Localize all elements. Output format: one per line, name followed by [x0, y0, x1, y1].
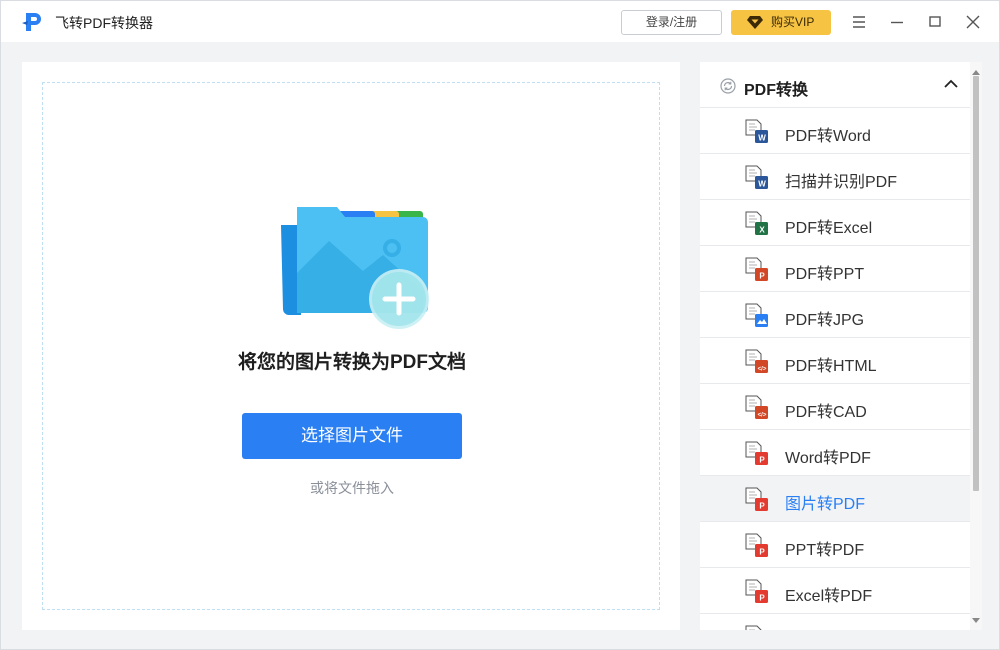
sidebar-item-label: PDF转HTML [785, 358, 877, 375]
login-register-button[interactable]: 登录/注册 [621, 10, 722, 35]
sidebar-item[interactable]: W 扫描并识别PDF [700, 154, 970, 200]
sidebar-item[interactable]: P 图片转PDF [700, 476, 970, 522]
svg-text:P: P [759, 548, 765, 557]
sidebar-item-label: Excel转PDF [785, 588, 873, 605]
sidebar-item-label: 图片转PDF [785, 496, 866, 513]
pdf-icon: P [745, 625, 762, 630]
sidebar-item[interactable]: P Word转PDF [700, 430, 970, 476]
word-icon: W [745, 119, 768, 143]
svg-text:W: W [758, 180, 766, 189]
sidebar-item-label: PDF转PPT [785, 266, 865, 283]
diamond-icon [747, 16, 763, 29]
sidebar-scrollbar[interactable] [970, 62, 982, 630]
pdf-icon: P [745, 533, 768, 557]
section-header-pdf-convert[interactable]: PDF转换 [700, 62, 970, 108]
file-drop-zone[interactable]: 将您的图片转换为PDF文档 选择图片文件 或将文件拖入 [42, 82, 660, 610]
chevron-up-icon[interactable] [944, 79, 958, 89]
app-window: 飞转PDF转换器 登录/注册 购买VIP 将您的图片转换为PDF文档 选择图片文… [0, 0, 1000, 650]
scroll-thumb[interactable] [973, 76, 979, 491]
code-icon: </> [745, 395, 768, 419]
sidebar-item[interactable]: P [700, 614, 970, 630]
code-icon: </> [745, 349, 768, 373]
ppt-icon: P [745, 257, 768, 281]
sidebar-item-label: 扫描并识别PDF [785, 174, 898, 191]
menu-icon[interactable] [847, 10, 871, 34]
maximize-icon[interactable] [923, 10, 947, 34]
word-icon: W [745, 165, 768, 189]
refresh-convert-icon [720, 78, 736, 94]
excel-icon: X [745, 211, 768, 235]
sidebar-item-label: PDF转Word [785, 128, 871, 145]
buy-vip-button[interactable]: 购买VIP [731, 10, 831, 35]
svg-text:</>: </> [758, 413, 767, 419]
sidebar-item[interactable]: </> PDF转CAD [700, 384, 970, 430]
sidebar-item[interactable]: P PDF转PPT [700, 246, 970, 292]
section-title: PDF转换 [744, 82, 809, 99]
scroll-down-arrow-icon[interactable] [972, 618, 980, 623]
sidebar-item-label: Word转PDF [785, 450, 871, 467]
svg-text:P: P [759, 502, 765, 511]
image-icon [745, 303, 768, 327]
svg-text:</>: </> [758, 367, 767, 373]
sidebar-item[interactable]: </> PDF转HTML [700, 338, 970, 384]
main-panel: 将您的图片转换为PDF文档 选择图片文件 或将文件拖入 [22, 62, 680, 630]
folder-image-add-icon [281, 207, 429, 329]
svg-text:P: P [759, 456, 765, 465]
svg-text:P: P [759, 594, 765, 603]
app-title: 飞转PDF转换器 [55, 15, 153, 31]
tool-list: W PDF转Word W 扫描并识别PDF X PDF转Excel P PDF转PPT PDF转… [700, 108, 970, 630]
svg-text:P: P [759, 272, 765, 281]
buy-vip-label: 购买VIP [771, 15, 815, 29]
app-logo-icon [20, 10, 44, 34]
sidebar-item[interactable]: W PDF转Word [700, 108, 970, 154]
close-icon[interactable] [961, 10, 985, 34]
minimize-icon[interactable] [885, 10, 909, 34]
sidebar-item[interactable]: X PDF转Excel [700, 200, 970, 246]
drag-hint: 或将文件拖入 [310, 480, 394, 496]
title-bar: 飞转PDF转换器 登录/注册 购买VIP [1, 1, 999, 42]
drop-heading: 将您的图片转换为PDF文档 [237, 352, 466, 373]
select-image-file-button[interactable]: 选择图片文件 [242, 413, 462, 459]
sidebar-item[interactable]: PDF转JPG [700, 292, 970, 338]
tool-sidebar: PDF转换 W PDF转Word W 扫描并识别PDF X PDF转Excel P PDF转P… [700, 62, 982, 630]
sidebar-item-label: PDF转CAD [785, 404, 867, 421]
pdf-icon: P [745, 579, 768, 603]
svg-text:X: X [759, 226, 765, 235]
pdf-icon: P [745, 487, 768, 511]
scroll-up-arrow-icon[interactable] [972, 70, 980, 75]
svg-text:W: W [758, 134, 766, 143]
pdf-icon: P [745, 441, 768, 465]
sidebar-item[interactable]: P Excel转PDF [700, 568, 970, 614]
sidebar-item-label: PDF转Excel [785, 220, 873, 237]
sidebar-item-label: PDF转JPG [785, 312, 865, 329]
sidebar-item-label: PPT转PDF [785, 542, 865, 559]
sidebar-item[interactable]: P PPT转PDF [700, 522, 970, 568]
